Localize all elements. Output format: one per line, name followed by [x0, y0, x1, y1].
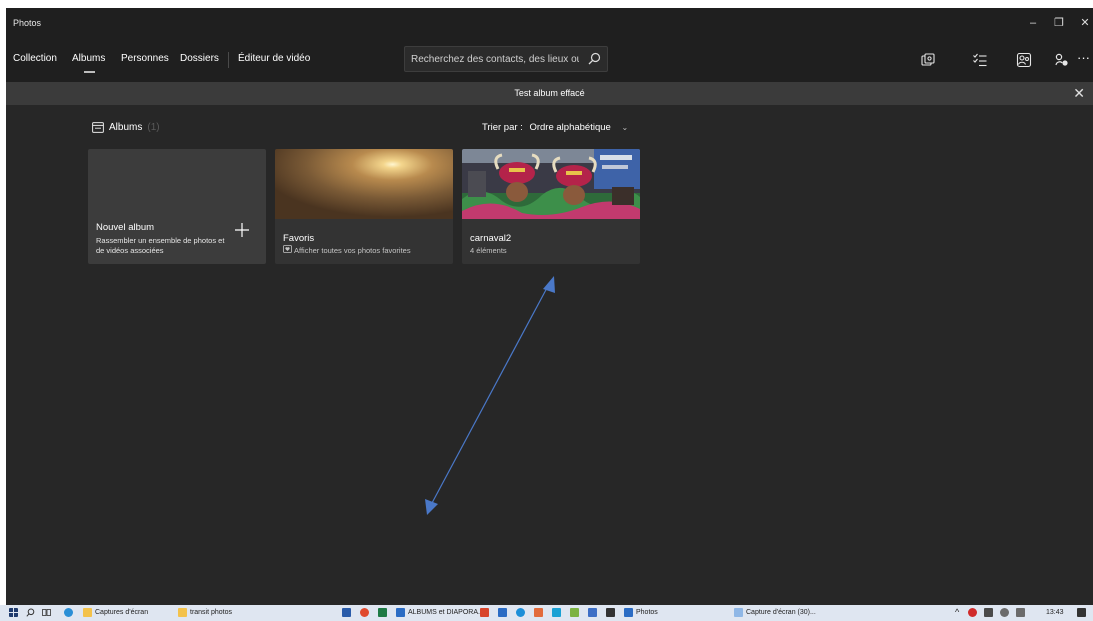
tray-chevron-icon[interactable]: ^ [955, 607, 959, 617]
taskbar-item-transit[interactable]: transit photos [190, 609, 232, 616]
word-icon[interactable] [396, 608, 405, 617]
windows-start-icon[interactable] [9, 608, 18, 617]
app-icon[interactable] [588, 608, 597, 617]
skype-icon[interactable] [552, 608, 561, 617]
taskbar-item-photos[interactable]: Photos [636, 609, 658, 616]
photos-app-icon[interactable] [624, 608, 633, 617]
app-icon[interactable] [342, 608, 351, 617]
app-icon[interactable] [570, 608, 579, 617]
taskbar-search-icon[interactable] [26, 608, 35, 617]
tray-network-icon[interactable] [984, 608, 993, 617]
edge-icon[interactable] [64, 608, 73, 617]
tray-wifi-icon[interactable] [1000, 608, 1009, 617]
app-icon[interactable] [534, 608, 543, 617]
snip-icon[interactable] [734, 608, 743, 617]
taskbar-item-captures[interactable]: Captures d'écran [95, 609, 148, 616]
chrome-icon[interactable] [360, 608, 369, 617]
app-icon[interactable] [480, 608, 489, 617]
taskbar-item-albums[interactable]: ALBUMS et DIAPORA... [408, 609, 484, 616]
tray-volume-icon[interactable] [1016, 608, 1025, 617]
photos-window: Photos – ❐ ✕ Collection Albums Personnes… [6, 8, 1093, 605]
app-icon[interactable] [516, 608, 525, 617]
annotation-arrow [425, 276, 555, 515]
taskbar: Captures d'écran transit photos ALBUMS e… [0, 605, 1093, 621]
folder-icon[interactable] [178, 608, 187, 617]
excel-icon[interactable] [378, 608, 387, 617]
folder-icon[interactable] [83, 608, 92, 617]
action-center-icon[interactable] [1077, 608, 1086, 617]
app-icon[interactable] [498, 608, 507, 617]
app-icon[interactable] [606, 608, 615, 617]
taskbar-item-capture[interactable]: Capture d'écran (30)... [746, 609, 816, 616]
tray-app-icon[interactable] [968, 608, 977, 617]
taskbar-clock[interactable]: 13:43 [1046, 609, 1064, 616]
task-view-icon[interactable] [42, 608, 51, 617]
